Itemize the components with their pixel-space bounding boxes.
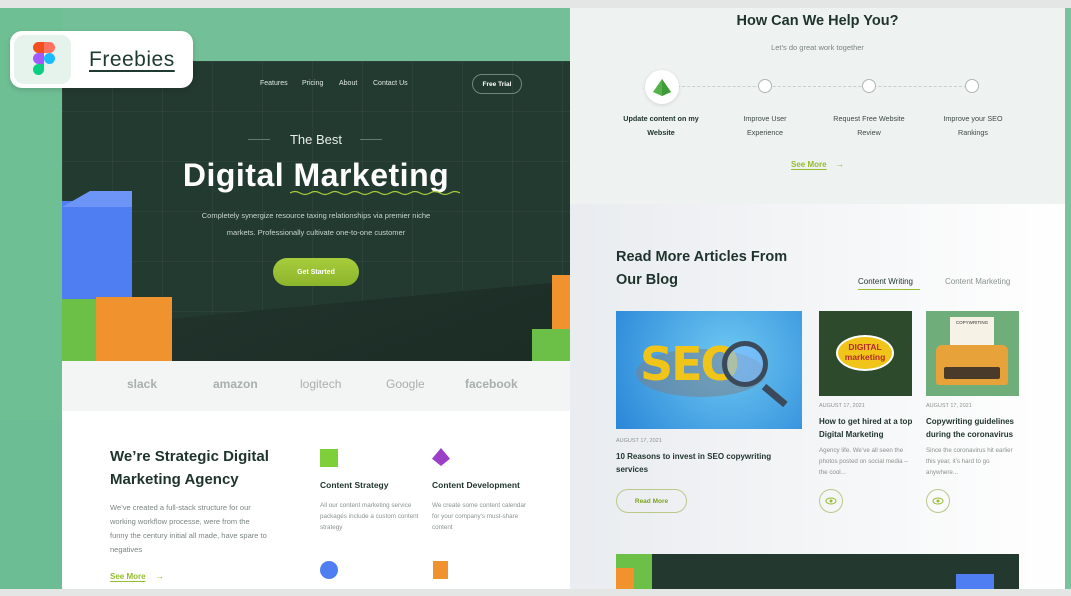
orange-block-icon: [616, 568, 634, 589]
help-section: How Can We Help You? Let’s do great work…: [570, 8, 1065, 204]
card-date-1: AUGUST 17, 2021: [819, 403, 865, 409]
help-title: How Can We Help You?: [736, 13, 899, 29]
arrow-right-icon: →: [155, 571, 164, 581]
tab-content-writing[interactable]: Content Writing: [858, 277, 913, 286]
magnifier-icon: [722, 341, 768, 387]
keys-icon: [944, 367, 1000, 379]
blue-block-icon: [62, 201, 132, 311]
featured-title[interactable]: 10 Reasons to invest in SEO copywriting …: [616, 450, 802, 476]
card-desc-2: Since the coronavirus hit earlier this y…: [926, 447, 1013, 476]
strategy-title: We’re Strategic Digital Marketing Agency: [110, 448, 269, 488]
figma-logo-icon: [14, 35, 71, 84]
step-label-4[interactable]: Improve your SEO Rankings: [918, 112, 1028, 140]
step-label-2[interactable]: Improve User Experience: [710, 112, 820, 140]
featured-date: AUGUST 17, 2021: [616, 438, 662, 444]
typewriter-icon: [936, 345, 1008, 385]
orange-block-icon: [96, 297, 172, 361]
hero-eyebrow: The Best: [289, 132, 343, 147]
nav-pricing[interactable]: Pricing: [302, 80, 323, 87]
right-edge: [1065, 8, 1071, 589]
step-dot-4[interactable]: [965, 79, 979, 93]
blue-block-icon: [956, 574, 994, 589]
card-title-2[interactable]: Copywriting guidelines during the corona…: [926, 415, 1023, 441]
purple-pyramid-icon: [432, 448, 450, 466]
left-background-lower: [0, 420, 62, 589]
title-squiggle: [290, 190, 460, 196]
step-active-marker[interactable]: [645, 70, 679, 104]
typewriter-image[interactable]: COPYWRITING: [926, 311, 1019, 396]
blog-title: Read More Articles From Our Blog: [616, 249, 788, 288]
logo-logitech: logitech: [300, 377, 342, 391]
view-button-2[interactable]: [926, 489, 950, 513]
green-block-right-icon: [532, 329, 570, 361]
eyebrow-line-right: [360, 139, 382, 140]
orange-block-right-icon: [552, 275, 570, 335]
read-more-button[interactable]: Read More: [616, 489, 687, 513]
eye-icon: [932, 497, 944, 505]
card-date-2: AUGUST 17, 2021: [926, 403, 972, 409]
freebies-badge[interactable]: Freebies: [10, 31, 193, 88]
view-button-1[interactable]: [819, 489, 843, 513]
feature-desc-content-development: We create some content calendar for your…: [432, 502, 527, 531]
nav-about[interactable]: About: [339, 80, 357, 87]
arrow-right-icon: →: [835, 159, 844, 169]
bottom-strip: [0, 589, 1071, 596]
feature-title-content-development: Content Development: [432, 480, 520, 490]
typewriter-image-text: COPYWRITING: [955, 320, 989, 325]
client-logos: slack amazon logitech Google facebook: [62, 361, 570, 411]
step-dot-3[interactable]: [862, 79, 876, 93]
top-strip: [0, 0, 1071, 8]
green-block-icon: [62, 299, 96, 361]
orange-cup-icon: [433, 561, 448, 579]
feature-title-content-strategy: Content Strategy: [320, 480, 389, 490]
strategy-section: We’re Strategic Digital Marketing Agency…: [62, 411, 570, 589]
blue-sphere-icon: [320, 561, 338, 579]
step-dot-2[interactable]: [758, 79, 772, 93]
tab-content-marketing[interactable]: Content Marketing: [945, 277, 1010, 286]
green-pyramid-icon: [653, 79, 671, 96]
bottom-banner: [616, 554, 1019, 589]
card-desc-1: Agency life. We’ve all seen the photos p…: [819, 447, 908, 476]
strategy-description: We’ve created a full-stack structure for…: [110, 503, 267, 554]
strategy-see-more-link[interactable]: See More: [110, 572, 146, 581]
green-cube-icon: [320, 449, 338, 467]
magnifier-handle: [761, 383, 788, 408]
help-see-more-link[interactable]: See More: [791, 160, 827, 169]
step-label-1[interactable]: Update content on my Website: [606, 112, 716, 140]
feature-desc-content-strategy: All our content marketing service packag…: [320, 502, 419, 531]
logo-slack: slack: [127, 377, 158, 391]
active-tab-underline: [858, 289, 920, 290]
eye-icon: [825, 497, 837, 505]
nav-features[interactable]: Features: [260, 80, 288, 87]
blog-section: Read More Articles From Our Blog Content…: [570, 204, 1065, 589]
digital-marketing-image-text: DIGITAL marketing: [844, 342, 886, 362]
logo-amazon: amazon: [213, 377, 258, 391]
hero-title: Digital Marketing: [182, 157, 450, 193]
logo-google: Google: [386, 377, 425, 391]
logo-facebook: facebook: [465, 377, 518, 391]
nav-contact[interactable]: Contact Us: [373, 80, 408, 87]
card-title-1[interactable]: How to get hired at a top Digital Market…: [819, 415, 914, 441]
help-subtitle: Let’s do great work together: [771, 43, 864, 52]
freebies-label[interactable]: Freebies: [89, 48, 175, 72]
free-trial-button[interactable]: Free Trial: [472, 74, 522, 94]
steps-line: [662, 86, 972, 87]
hero-subtitle: Completely synergize resource taxing rel…: [201, 211, 431, 237]
step-label-3[interactable]: Request Free Website Review: [814, 112, 924, 140]
hero-section: Features Pricing About Contact Us Free T…: [62, 61, 570, 361]
get-started-button[interactable]: Get Started: [273, 258, 359, 286]
digital-marketing-image[interactable]: DIGITAL marketing: [819, 311, 912, 396]
seo-image[interactable]: SEO: [616, 311, 802, 429]
